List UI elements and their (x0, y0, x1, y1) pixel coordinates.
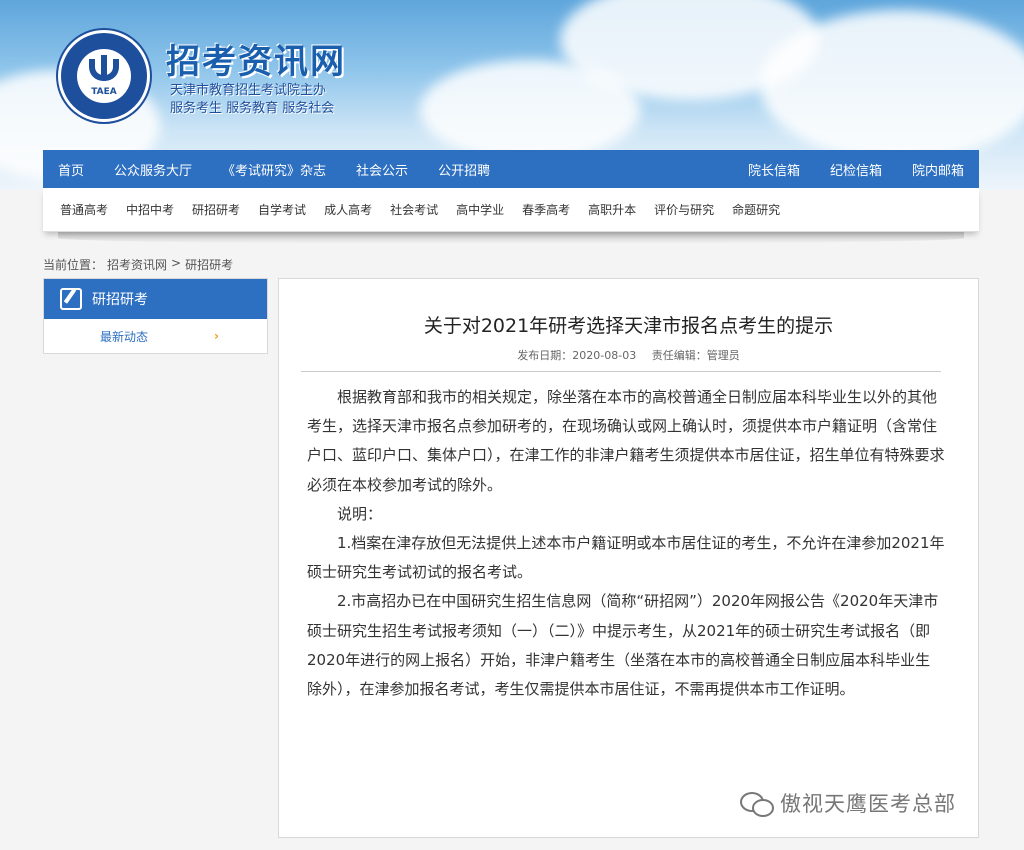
watermark: 傲视天鹰医考总部 (740, 788, 956, 818)
publish-date: 发布日期：2020-08-03 (517, 349, 637, 362)
subnav-shadow (58, 232, 964, 244)
wechat-icon (740, 790, 774, 817)
nav-internal-mailbox[interactable]: 院内邮箱 (897, 160, 979, 179)
cloud-decoration (760, 10, 1024, 160)
article-paragraph: 根据教育部和我市的相关规定，除坐落在本市的高校普通全日制应届本科毕业生以外的其他… (307, 388, 945, 494)
subnav-item[interactable]: 命题研究 (723, 201, 789, 218)
subnav-item[interactable]: 春季高考 (513, 201, 579, 218)
article-meta: 发布日期：2020-08-03 责任编辑：管理员 (279, 347, 978, 363)
editor: 责任编辑：管理员 (651, 349, 740, 362)
subnav-item[interactable]: 评价与研究 (645, 201, 723, 218)
sidebar-title: 研招研考 (92, 292, 148, 308)
sidebar-item-label: 最新动态 (100, 329, 149, 344)
breadcrumb-prefix: 当前位置： (43, 258, 104, 272)
watermark-text: 傲视天鹰医考总部 (780, 792, 956, 816)
subnav-item[interactable]: 高职升本 (579, 201, 645, 218)
article-paragraph: 说明： (337, 504, 383, 523)
nav-public-service[interactable]: 公众服务大厅 (99, 160, 207, 179)
title-divider (301, 371, 941, 372)
article-body: 根据教育部和我市的相关规定，除坐落在本市的高校普通全日制应届本科毕业生以外的其他… (307, 383, 945, 704)
subtitle-line: 天津市教育招生考试院主办 (170, 83, 327, 98)
subnav-item[interactable]: 社会考试 (381, 201, 447, 218)
main-nav: 首页 公众服务大厅 《考试研究》杂志 社会公示 公开招聘 院长信箱 纪检信箱 院… (43, 150, 979, 188)
breadcrumb-link-current[interactable]: 研招研考 (185, 256, 233, 273)
subnav-item[interactable]: 中招中考 (117, 201, 183, 218)
subtitle-line: 服务考生 服务教育 服务社会 (170, 101, 335, 116)
article-panel: 关于对2021年研考选择天津市报名点考生的提示 发布日期：2020-08-03 … (278, 278, 979, 838)
subnav-item[interactable]: 研招研考 (183, 201, 249, 218)
sidebar-header: 研招研考 (44, 279, 267, 319)
breadcrumb: 当前位置： 招考资讯网 > 研招研考 (43, 256, 233, 273)
article-title: 关于对2021年研考选择天津市报名点考生的提示 (423, 315, 834, 337)
site-logo[interactable]: TAEA (58, 30, 150, 122)
nav-discipline-mailbox[interactable]: 纪检信箱 (815, 160, 897, 179)
nav-home[interactable]: 首页 (43, 160, 99, 179)
article-paragraph: 2.市高招办已在中国研究生招生信息网（简称“研招网”）2020年网报公告《202… (307, 592, 939, 699)
logo-bar-mark (101, 55, 107, 79)
sub-nav: 普通高考 中招中考 研招研考 自学考试 成人高考 社会考试 高中学业 春季高考 … (43, 188, 979, 232)
subnav-item[interactable]: 成人高考 (315, 201, 381, 218)
site-subtitle: 天津市教育招生考试院主办 服务考生 服务教育 服务社会 (170, 82, 334, 118)
nav-recruitment[interactable]: 公开招聘 (423, 160, 505, 179)
edit-icon (60, 288, 82, 310)
chevron-right-icon: › (214, 329, 219, 343)
breadcrumb-separator: > (171, 256, 182, 270)
subnav-item[interactable]: 高中学业 (447, 201, 513, 218)
sidebar-item-latest-news[interactable]: 最新动态 › (44, 319, 267, 353)
logo-text: TAEA (89, 87, 119, 97)
nav-public-notice[interactable]: 社会公示 (341, 160, 423, 179)
article-paragraph: 1.档案在津存放但无法提供上述本市户籍证明或本市居住证的考生，不允许在津参加20… (307, 534, 945, 582)
subnav-item[interactable]: 普通高考 (51, 201, 117, 218)
nav-president-mailbox[interactable]: 院长信箱 (733, 160, 815, 179)
breadcrumb-link-home[interactable]: 招考资讯网 (107, 256, 167, 273)
nav-journal[interactable]: 《考试研究》杂志 (207, 160, 341, 179)
subnav-item[interactable]: 自学考试 (249, 201, 315, 218)
sidebar: 研招研考 最新动态 › (43, 278, 268, 354)
site-title[interactable]: 招考资讯网 (166, 34, 346, 83)
cloud-decoration (420, 60, 640, 160)
